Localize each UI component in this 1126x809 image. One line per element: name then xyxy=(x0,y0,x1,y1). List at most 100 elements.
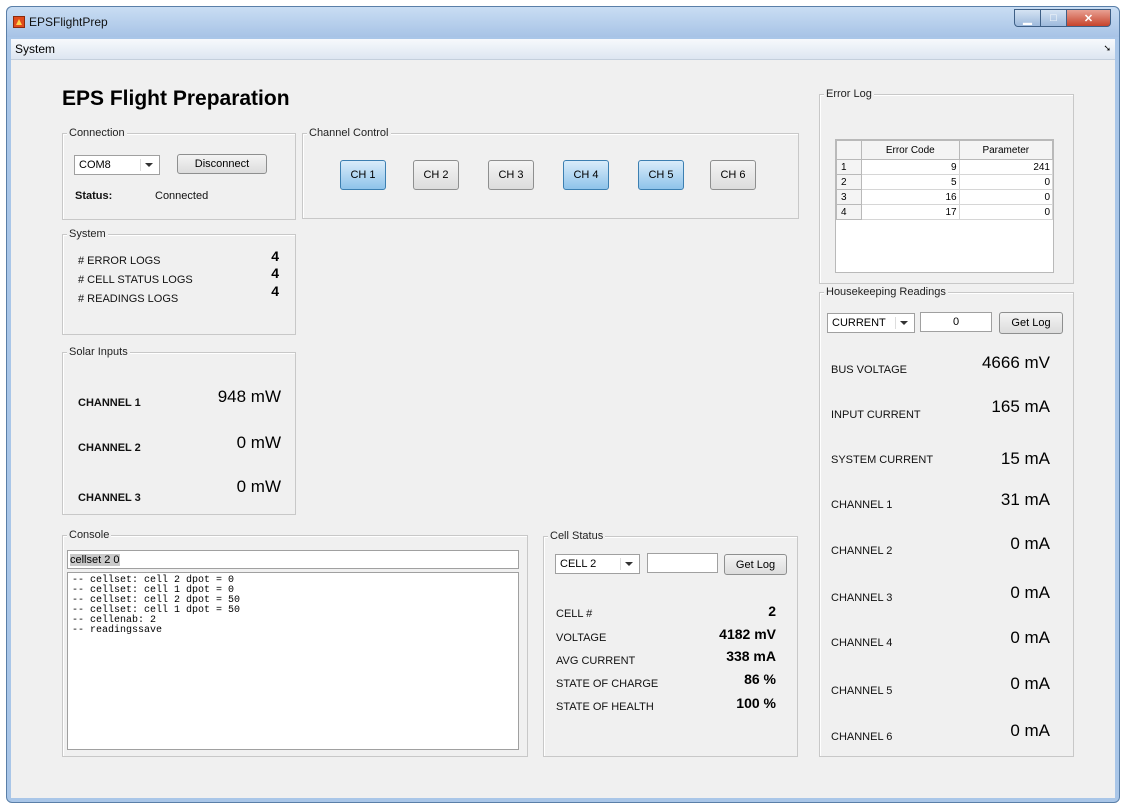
cell-get-log-button[interactable]: Get Log xyxy=(724,554,787,575)
console-title: Console xyxy=(67,529,112,541)
housekeeping-reading-label: CHANNEL 4 xyxy=(831,637,893,649)
housekeeping-panel: Housekeeping Readings CURRENT 0 Get Log … xyxy=(819,286,1074,757)
cell-reading-label: STATE OF HEALTH xyxy=(556,701,654,713)
parameter-cell: 0 xyxy=(958,174,1054,190)
error-log-table-area[interactable]: Error Code Parameter 1 9 241 2 5 0 3 16 0 4 17 0 xyxy=(835,139,1054,273)
housekeeping-input[interactable]: 0 xyxy=(920,312,992,332)
parameter-cell: 241 xyxy=(958,159,1054,175)
channel-button-2[interactable]: CH 2 xyxy=(413,160,459,190)
solar-inputs-panel: Solar Inputs CHANNEL 1 948 mW CHANNEL 2 … xyxy=(62,346,296,515)
port-select[interactable]: COM8 xyxy=(74,155,160,175)
maximize-button[interactable]: □ xyxy=(1041,9,1067,27)
housekeeping-reading-value: 15 mA xyxy=(1000,449,1050,468)
system-row-label: # ERROR LOGS xyxy=(78,255,161,267)
housekeeping-title: Housekeeping Readings xyxy=(824,286,948,298)
error-log-panel: Error Log Error Code Parameter 1 9 241 2 5 0 3… xyxy=(819,88,1074,284)
port-select-value: COM8 xyxy=(79,159,111,171)
console-input[interactable]: cellset 2 0 xyxy=(67,550,519,569)
console-lines: -- cellset: cell 2 dpot = 0 -- cellset: c… xyxy=(72,576,514,636)
error-code-cell: 9 xyxy=(861,159,960,175)
table-row[interactable]: 4 17 0 xyxy=(836,204,1054,220)
housekeeping-reading-value: 165 mA xyxy=(991,397,1050,416)
channel-button-5[interactable]: CH 5 xyxy=(638,160,684,190)
cell-reading-value: 86 % xyxy=(744,671,776,687)
housekeeping-select-value: CURRENT xyxy=(832,317,886,329)
main-content: EPS Flight Preparation Connection COM8 D… xyxy=(11,60,1115,798)
app-window: EPSFlightPrep ▁ □ ✕ System ➘ EPS Flight … xyxy=(6,6,1120,803)
column-header-parameter[interactable]: Parameter xyxy=(958,140,1054,160)
title-bar[interactable]: EPSFlightPrep ▁ □ ✕ xyxy=(7,7,1119,37)
housekeeping-reading-value: 0 mA xyxy=(1010,583,1050,602)
housekeeping-reading-label: CHANNEL 2 xyxy=(831,545,893,557)
minimize-button[interactable]: ▁ xyxy=(1014,9,1041,27)
disconnect-button[interactable]: Disconnect xyxy=(177,154,267,174)
connection-panel: Connection COM8 Disconnect Status: Conne… xyxy=(62,127,296,220)
console-line: -- readingssave xyxy=(72,625,163,636)
error-code-cell: 16 xyxy=(861,189,960,205)
chevron-down-icon xyxy=(140,159,155,171)
system-row-label: # READINGS LOGS xyxy=(78,293,179,305)
cell-reading-label: CELL # xyxy=(556,608,593,620)
table-corner xyxy=(836,140,862,160)
cell-reading-label: STATE OF CHARGE xyxy=(556,678,659,690)
housekeeping-select[interactable]: CURRENT xyxy=(827,313,915,333)
solar-channel-label: CHANNEL 2 xyxy=(78,442,141,454)
parameter-cell: 0 xyxy=(958,204,1054,220)
console-output[interactable]: -- cellset: cell 2 dpot = 0 -- cellset: c… xyxy=(67,572,519,750)
cell-log-input[interactable] xyxy=(647,553,718,573)
menu-overflow-icon[interactable]: ➘ xyxy=(1103,43,1111,54)
page-title: EPS Flight Preparation xyxy=(62,87,290,110)
housekeeping-reading-value: 4666 mV xyxy=(981,353,1050,372)
console-panel: Console cellset 2 0 -- cellset: cell 2 d… xyxy=(62,529,528,757)
cell-select[interactable]: CELL 2 xyxy=(555,554,640,574)
status-value: Connected xyxy=(155,190,209,202)
housekeeping-reading-value: 0 mA xyxy=(1010,674,1050,693)
housekeeping-input-value: 0 xyxy=(952,316,960,328)
cell-reading-value: 2 xyxy=(768,603,776,619)
column-header-error-code[interactable]: Error Code xyxy=(861,140,960,160)
cell-reading-value: 100 % xyxy=(736,695,776,711)
window-title: EPSFlightPrep xyxy=(29,15,108,29)
channel-button-4[interactable]: CH 4 xyxy=(563,160,609,190)
cell-status-title: Cell Status xyxy=(548,530,606,542)
app-icon xyxy=(13,16,25,28)
system-row-label: # CELL STATUS LOGS xyxy=(78,274,193,286)
housekeeping-reading-label: CHANNEL 1 xyxy=(831,499,893,511)
cell-select-value: CELL 2 xyxy=(560,558,597,570)
cell-reading-value: 338 mA xyxy=(726,648,776,664)
console-input-value: cellset 2 0 xyxy=(70,554,120,566)
connection-panel-title: Connection xyxy=(67,127,127,139)
row-index: 4 xyxy=(836,204,862,220)
row-index: 3 xyxy=(836,189,862,205)
table-row[interactable]: 1 9 241 xyxy=(836,159,1054,175)
channel-button-6[interactable]: CH 6 xyxy=(710,160,756,190)
cell-reading-label: AVG CURRENT xyxy=(556,655,636,667)
housekeeping-reading-value: 0 mA xyxy=(1010,534,1050,553)
cell-status-panel: Cell Status CELL 2 Get Log CELL # 2 VOLTAG… xyxy=(543,530,798,757)
window-controls: ▁ □ ✕ xyxy=(1014,9,1111,27)
housekeeping-reading-label: SYSTEM CURRENT xyxy=(831,454,934,466)
table-row[interactable]: 3 16 0 xyxy=(836,189,1054,205)
solar-channel-label: CHANNEL 1 xyxy=(78,397,141,409)
housekeeping-reading-label: CHANNEL 5 xyxy=(831,685,893,697)
chevron-down-icon xyxy=(620,558,635,570)
cell-reading-value: 4182 mV xyxy=(719,626,776,642)
parameter-cell: 0 xyxy=(958,189,1054,205)
channel-button-1[interactable]: CH 1 xyxy=(340,160,386,190)
housekeeping-reading-value: 0 mA xyxy=(1010,721,1050,740)
solar-channel-value: 0 mW xyxy=(236,433,281,452)
menu-bar: System ➘ xyxy=(11,39,1115,60)
solar-channel-value: 0 mW xyxy=(236,477,281,496)
housekeeping-get-log-button[interactable]: Get Log xyxy=(999,312,1063,334)
menu-system[interactable]: System xyxy=(15,42,55,56)
table-row[interactable]: 250 xyxy=(836,174,1054,190)
housekeeping-reading-label: BUS VOLTAGE xyxy=(831,364,908,376)
channel-button-3[interactable]: CH 3 xyxy=(488,160,534,190)
close-button[interactable]: ✕ xyxy=(1067,9,1111,27)
system-row-value: 4 xyxy=(271,283,279,299)
system-row-value: 4 xyxy=(271,248,279,264)
housekeeping-reading-label: CHANNEL 6 xyxy=(831,731,893,743)
housekeeping-reading-value: 31 mA xyxy=(1000,490,1050,509)
channel-control-title: Channel Control xyxy=(307,127,391,139)
cell-reading-label: VOLTAGE xyxy=(556,632,607,644)
